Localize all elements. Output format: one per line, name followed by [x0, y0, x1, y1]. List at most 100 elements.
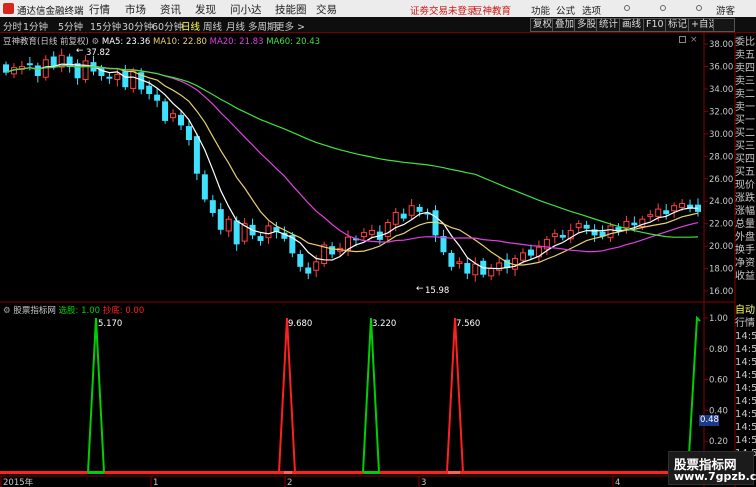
price-tick-label: 38.00 [709, 40, 733, 50]
candle-down [34, 65, 41, 77]
quote-field-label: 卖二 [735, 89, 755, 100]
mark-button[interactable]: 标记 [665, 18, 691, 32]
candle-down [74, 63, 81, 79]
promo-brand[interactable]: 豆神教育 [473, 3, 511, 17]
candle-up [655, 208, 662, 217]
period-30min[interactable]: 30分钟 [122, 19, 153, 33]
menu-formula[interactable]: 公式 [556, 3, 575, 17]
title-bar: 通达信金融终端 行情 市场 资讯 发现 问小达 技能圈 交易 证劵交易未登录 豆… [0, 0, 756, 17]
menu-discover[interactable]: 发现 [195, 2, 216, 17]
menu-market[interactable]: 市场 [125, 2, 146, 17]
candle-down [3, 64, 9, 73]
period-toolbar: 分时 1分钟 5分钟 15分钟 30分钟 60分钟 日线 周线 月线 多周期 更… [0, 17, 756, 33]
menu-news[interactable]: 资讯 [160, 2, 181, 17]
quote-field-label: 总量 [735, 219, 755, 230]
high-arrow-icon: ← [76, 46, 84, 56]
user-icon[interactable] [696, 5, 702, 11]
candle-up [368, 229, 375, 235]
candle-down [146, 85, 153, 94]
candle-down [416, 206, 423, 212]
current-value-box: 0.48 [699, 415, 719, 426]
candle-up [360, 232, 367, 238]
quote-field-label: 买二 [735, 128, 755, 139]
quote-sidebar: 委比 卖五 卖四 卖三 卖二 卖一 买一 买二 买三 买四 买五 现价 涨跌 涨幅 总量 外盘 换手 净资 收益 [735, 36, 756, 283]
close-icon[interactable]: × [690, 36, 698, 45]
signal-spike [687, 315, 701, 473]
lock-icon[interactable] [624, 5, 630, 11]
ma60-label: MA60: 20.43 [266, 37, 321, 47]
stats-button[interactable]: 统计 [596, 18, 622, 32]
ma60-line [5, 65, 699, 238]
candle-down [122, 71, 129, 88]
tick-time-label: 自动 [735, 305, 755, 316]
f10-button[interactable]: F10 [643, 18, 667, 32]
indicator-settings-icon[interactable]: ⚙ [3, 306, 11, 316]
quote-field-label: 净资 [735, 258, 755, 269]
quote-field-label: 现价 [735, 180, 755, 191]
candle-up [313, 261, 320, 271]
indicator-tick-label: 0.20 [709, 437, 728, 447]
price-tick-label: 28.00 [709, 152, 733, 162]
tick-time-label: 14:5 [735, 383, 756, 394]
candle-down [663, 210, 670, 215]
candle-up [392, 211, 399, 225]
candle-up [647, 214, 654, 217]
tick-time-label: 14:5 [735, 396, 756, 407]
candle-up [671, 205, 678, 212]
menu-quotes[interactable]: 行情 [89, 2, 110, 17]
time-tick-label: 2015年 [3, 477, 34, 487]
guest-label[interactable]: 游客 [716, 3, 735, 17]
tick-time-label: 14:5 [735, 357, 756, 368]
tick-time-label: 14:5 [735, 344, 756, 355]
candle-up [114, 73, 121, 80]
quote-field-label: 卖五 [735, 50, 755, 61]
candle-down [615, 227, 622, 231]
settings-icon[interactable]: ⚙ [92, 37, 100, 47]
maximize-icon[interactable] [679, 36, 686, 43]
candle-up [225, 218, 232, 232]
menu-options[interactable]: 选项 [582, 3, 601, 17]
candle-down [329, 246, 336, 255]
quote-field-label: 涨幅 [735, 206, 755, 217]
period-intraday[interactable]: 分时 [3, 19, 22, 33]
candle-down [233, 220, 240, 245]
time-tick-label: 2 [287, 478, 292, 487]
tick-sidebar: 自动 行情 14:5 14:5 14:5 14:5 14:5 14:5 14:5 14:5 14:5… [735, 304, 756, 460]
price-tick-label: 32.00 [709, 107, 733, 117]
ma10-label: MA10: 22.80 [153, 37, 207, 47]
time-tick-label: 4 [615, 478, 620, 487]
indicator-legend: ⚙ 股票指标网 选股: 1.00 抄底: 0.00 [3, 304, 144, 316]
indicator-tick-label: 1.00 [709, 314, 728, 324]
watermark-url: www.7gpzb.com [674, 470, 756, 483]
signal-label: 7.560 [456, 319, 481, 329]
menu-functions[interactable]: 功能 [531, 3, 550, 17]
period-weekly[interactable]: 周线 [203, 19, 222, 33]
message-icon[interactable] [660, 5, 666, 11]
period-5min[interactable]: 5分钟 [58, 19, 83, 33]
period-15min[interactable]: 15分钟 [90, 19, 121, 33]
quote-field-label: 买五 [735, 167, 755, 178]
tick-time-label: 14:5 [735, 370, 756, 381]
candle-up [384, 222, 391, 238]
candle-down [177, 114, 184, 126]
price-tick-label: 18.00 [709, 265, 733, 275]
quote-field-label: 卖三 [735, 76, 755, 87]
ma20-label: MA20: 21.83 [209, 37, 264, 47]
candle-down [440, 236, 447, 253]
menu-skills[interactable]: 技能圈 [275, 2, 307, 17]
candle-down [631, 222, 638, 226]
candle-down [448, 252, 455, 267]
draw-line-button[interactable]: 画线 [619, 18, 645, 32]
menu-ask[interactable]: 问小达 [230, 2, 262, 17]
period-1min[interactable]: 1分钟 [23, 19, 48, 33]
period-daily[interactable]: 日线 [181, 19, 200, 33]
period-monthly[interactable]: 月线 [226, 19, 245, 33]
period-60min[interactable]: 60分钟 [152, 19, 183, 33]
period-more[interactable]: 更多 > [275, 19, 305, 33]
quote-field-label: 买一 [735, 115, 755, 126]
login-status[interactable]: 证劵交易未登录 [410, 3, 477, 17]
period-multi[interactable]: 多周期 [248, 19, 277, 33]
candle-down [106, 76, 113, 79]
menu-trade[interactable]: 交易 [316, 2, 337, 17]
chart-area[interactable]: 38.00 36.00 34.00 32.00 30.00 28.00 26.00 24.00… [0, 33, 756, 487]
